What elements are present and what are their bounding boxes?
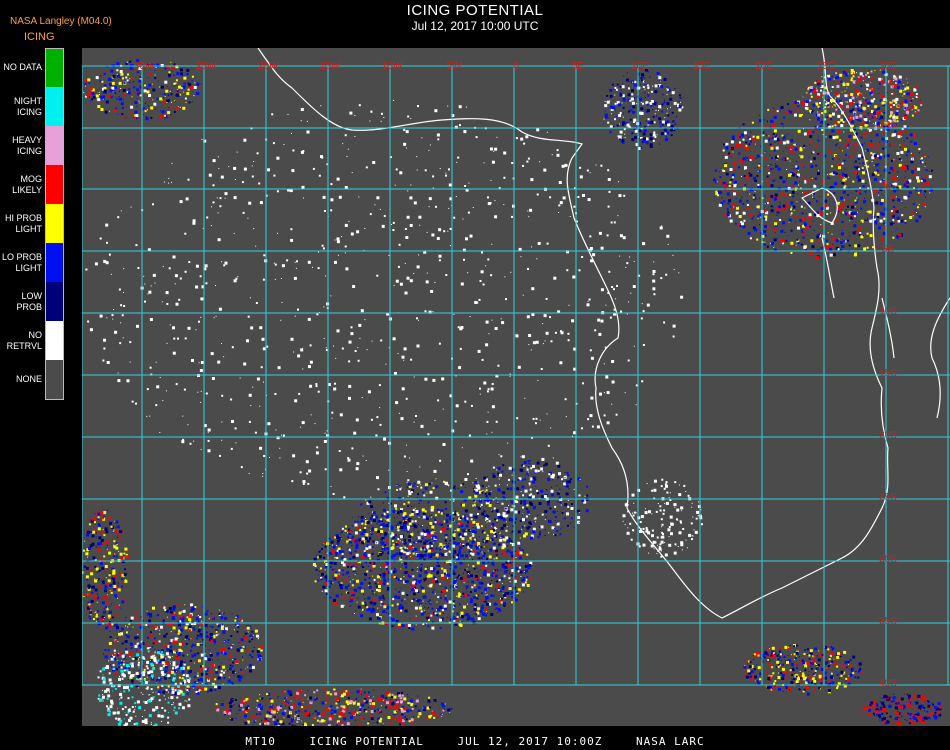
lon-label: 20W: [258, 61, 279, 72]
lon-label: 5E: [572, 61, 585, 72]
footer-org: NASA LARC: [635, 735, 705, 748]
lon-label: 15E: [693, 61, 711, 72]
map-datetime: Jul 12, 2017 10:00 UTC: [411, 19, 539, 33]
lat-label: 10S: [879, 306, 897, 317]
footer-date: JUL 12, 2017 10:00Z: [457, 735, 603, 748]
map-title: ICING POTENTIAL: [406, 2, 544, 19]
legend-swatch: [46, 48, 64, 87]
legend-swatch: [46, 165, 64, 204]
legend-label: HEAVY ICING: [12, 134, 42, 156]
legend-item: NO DATA: [0, 48, 66, 87]
legend-swatch: [46, 126, 64, 165]
legend-item: LO PROB LIGHT: [0, 243, 66, 282]
legend-item: HEAVY ICING: [0, 126, 66, 165]
legend-label: NO RETRVL: [6, 329, 42, 351]
legend-label: HI PROB LIGHT: [4, 212, 42, 234]
lon-label: 30E: [879, 61, 897, 72]
legend-swatch: [46, 282, 64, 321]
legend-label: MOG LIKELY: [12, 173, 42, 195]
legend-label: NONE: [15, 374, 42, 384]
legend-swatch: [46, 243, 64, 282]
lon-label: 0: [513, 61, 519, 72]
footer: MT10 ICING POTENTIAL JUL 12, 2017 10:00Z…: [0, 735, 950, 748]
lake-victoria: [800, 187, 838, 224]
speckle-layer: [77, 59, 942, 729]
coastline-east-africa: [930, 297, 950, 419]
lon-label: 10E: [631, 61, 649, 72]
legend-swatch: [46, 360, 64, 399]
lat-label: 5S: [882, 244, 895, 255]
icing-map: 30W 25W 20W 15W 10W 5W 0 5E 10E 15E 20E 25E 30E 5N 0 5…: [77, 47, 950, 729]
lon-label: 20E: [755, 61, 773, 72]
legend-label: LOW PROB: [16, 290, 42, 312]
legend-item: MOG LIKELY: [0, 165, 66, 204]
legend-item: HI PROB LIGHT: [0, 204, 66, 243]
legend-item: NO RETRVL: [0, 321, 66, 360]
legend-label: NIGHT ICING: [14, 95, 42, 117]
lon-label: 25W: [196, 61, 217, 72]
lat-label: 30S: [879, 554, 897, 565]
legend-swatch: [46, 321, 64, 360]
lat-label: 35S: [879, 616, 897, 627]
lon-label: 5W: [447, 61, 463, 72]
lat-label: 5N: [882, 120, 895, 131]
lon-label: 30W: [134, 61, 155, 72]
lat-label: 25S: [879, 492, 897, 503]
legend-item: NONE: [0, 360, 66, 399]
footer-code: MT10: [245, 735, 276, 748]
legend-swatch: [46, 204, 64, 243]
lat-label: 15S: [879, 368, 897, 379]
lat-label: 20S: [879, 430, 897, 441]
map-canvas: 30W 25W 20W 15W 10W 5W 0 5E 10E 15E 20E 25E 30E 5N 0 5…: [77, 47, 950, 729]
legend-label: LO PROB LIGHT: [1, 251, 42, 273]
footer-product: ICING POTENTIAL: [309, 735, 424, 748]
legend-item: LOW PROB: [0, 282, 66, 321]
lon-label: 10W: [382, 61, 403, 72]
lat-label: 0: [885, 182, 891, 193]
legend-swatch: [46, 87, 64, 126]
lon-label: 25E: [817, 61, 835, 72]
lat-label: 40S: [879, 678, 897, 689]
legend-item: NIGHT ICING: [0, 87, 66, 126]
legend-label: NO DATA: [3, 62, 42, 72]
lon-label: 15W: [320, 61, 341, 72]
